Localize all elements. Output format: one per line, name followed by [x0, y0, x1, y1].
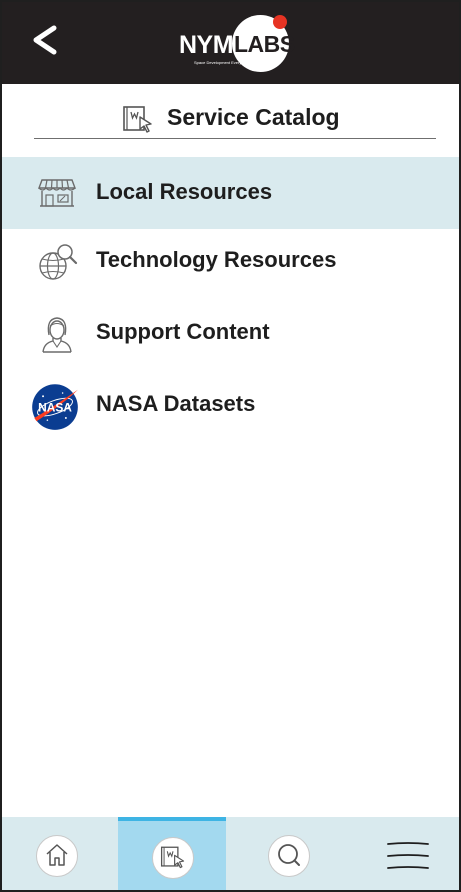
logo-tagline: Space Development Everywhere — [194, 60, 253, 65]
nav-home-button[interactable] — [2, 817, 110, 890]
nasa-logo-icon: NASA — [32, 384, 78, 430]
menu-item-label: Support Content — [96, 319, 270, 344]
chevron-left-icon — [33, 25, 57, 55]
logo-text-labs: LABS — [234, 31, 295, 57]
globe-search-icon — [39, 244, 78, 280]
bottom-nav — [2, 817, 459, 890]
nav-catalog-button[interactable] — [118, 817, 226, 890]
menu-item-support-content[interactable]: Support Content — [2, 297, 459, 369]
nav-search-button[interactable] — [234, 817, 342, 890]
catalog-icon — [123, 106, 152, 133]
catalog-header: Service Catalog — [34, 98, 436, 139]
catalog-icon — [160, 846, 185, 869]
search-icon — [278, 844, 300, 866]
storefront-icon — [37, 179, 77, 207]
hamburger-menu-icon — [387, 842, 429, 869]
logo-text-nym: NYM — [179, 31, 234, 59]
svg-text:NASA: NASA — [38, 400, 72, 414]
menu-item-label: NASA Datasets — [96, 391, 256, 416]
menu-item-label: Local Resources — [96, 179, 273, 204]
menu-item-local-resources[interactable]: Local Resources — [2, 157, 459, 229]
menu-item-nasa-datasets[interactable]: NASA NASA Datasets — [2, 369, 459, 441]
nymlabs-logo: NYM LABS Space Development Everywhere — [174, 14, 295, 76]
app-frame: NYM LABS Space Development Everywhere Se… — [0, 0, 461, 892]
back-button[interactable] — [28, 22, 68, 62]
menu-item-technology-resources[interactable]: Technology Resources — [2, 225, 459, 297]
home-icon — [46, 844, 68, 866]
page-title: Service Catalog — [167, 104, 340, 130]
logo-red-dot — [273, 15, 287, 29]
top-bar: NYM LABS Space Development Everywhere — [2, 2, 459, 84]
support-person-icon — [42, 317, 72, 353]
menu-item-label: Technology Resources — [96, 247, 337, 272]
nav-menu-button[interactable] — [350, 817, 458, 890]
